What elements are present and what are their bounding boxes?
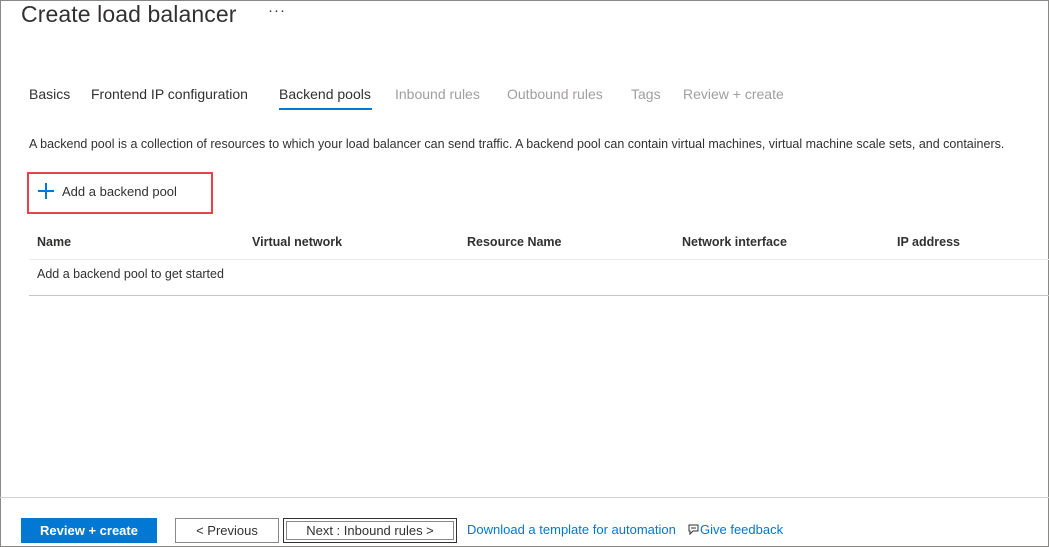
- column-header-resource-name[interactable]: Resource Name: [467, 235, 562, 249]
- column-header-ip-address[interactable]: IP address: [897, 235, 960, 249]
- backend-pools-table: Name Virtual network Resource Name Netwo…: [29, 228, 1049, 296]
- column-header-virtual-network[interactable]: Virtual network: [252, 235, 342, 249]
- add-backend-pool-button[interactable]: Add a backend pool: [38, 183, 177, 199]
- footer-divider: [0, 497, 1049, 498]
- give-feedback-link[interactable]: Give feedback: [688, 522, 783, 537]
- table-header: Name Virtual network Resource Name Netwo…: [29, 228, 1049, 260]
- column-header-name[interactable]: Name: [37, 235, 71, 249]
- tab-inbound-rules[interactable]: Inbound rules: [395, 86, 480, 102]
- empty-state-message: Add a backend pool to get started: [37, 267, 224, 281]
- page-title: Create load balancer: [21, 1, 237, 27]
- active-tab-indicator: [279, 108, 372, 110]
- tab-backend-pools[interactable]: Backend pools: [279, 86, 371, 102]
- previous-button[interactable]: < Previous: [175, 518, 279, 543]
- give-feedback-label: Give feedback: [700, 522, 784, 537]
- tab-basics[interactable]: Basics: [29, 86, 70, 102]
- add-backend-pool-highlight: Add a backend pool: [27, 172, 213, 214]
- plus-icon: [38, 183, 54, 199]
- next-inbound-rules-button[interactable]: Next : Inbound rules >: [283, 518, 457, 543]
- more-options-icon[interactable]: ···: [268, 2, 286, 19]
- review-create-button[interactable]: Review + create: [21, 518, 157, 543]
- tab-outbound-rules[interactable]: Outbound rules: [507, 86, 603, 102]
- add-backend-pool-label: Add a backend pool: [62, 183, 177, 199]
- table-empty-row: Add a backend pool to get started: [29, 260, 1049, 296]
- feedback-icon: [688, 524, 699, 535]
- tab-frontend-ip-configuration[interactable]: Frontend IP configuration: [91, 86, 248, 102]
- column-header-network-interface[interactable]: Network interface: [682, 235, 787, 249]
- tab-tags[interactable]: Tags: [631, 86, 661, 102]
- download-template-link[interactable]: Download a template for automation: [467, 522, 676, 537]
- tab-review-create[interactable]: Review + create: [683, 86, 784, 102]
- backend-pool-description: A backend pool is a collection of resour…: [29, 137, 1005, 151]
